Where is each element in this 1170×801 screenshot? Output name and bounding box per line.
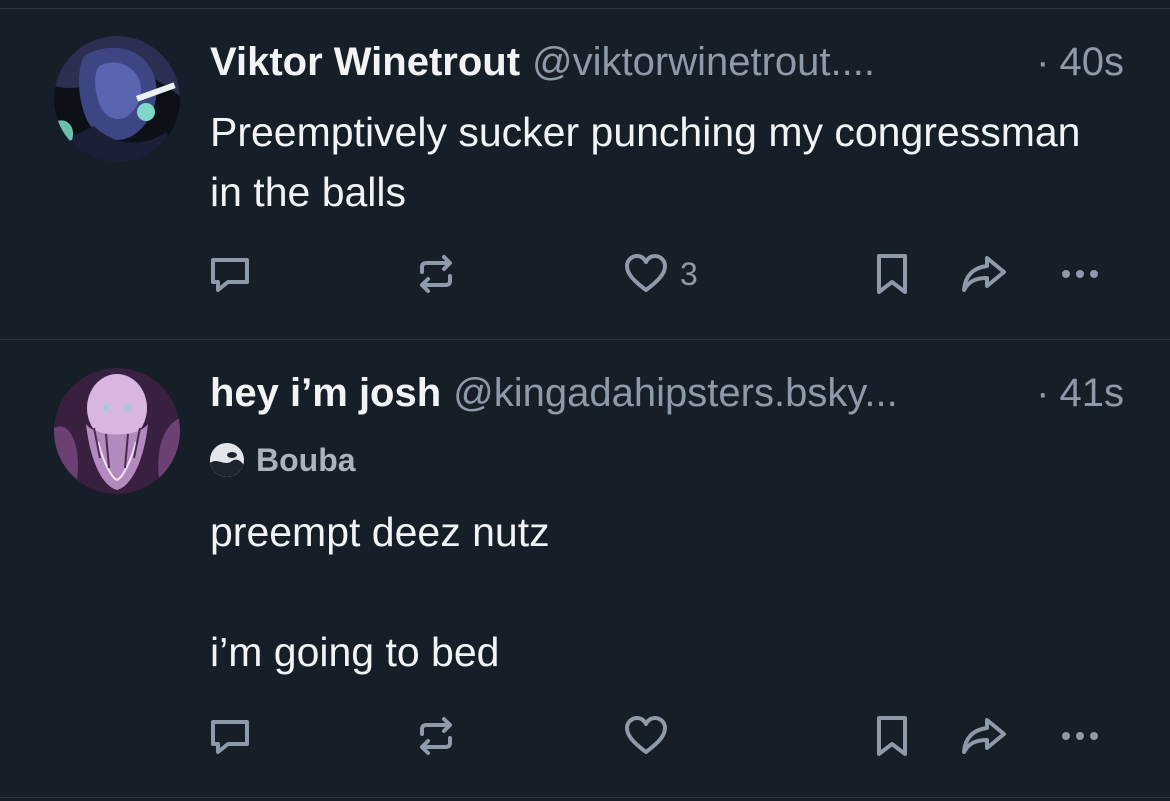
heart-icon [622,712,670,760]
ellipsis-icon [1056,250,1104,298]
reply-button[interactable] [206,708,254,764]
heart-icon [622,250,670,298]
post-timestamp[interactable]: 41s [1060,367,1125,419]
ellipsis-icon [1056,712,1104,760]
post-paragraph: i’m going to bed [210,629,500,675]
post-header: Viktor Winetrout @viktorwinetrout.... · … [210,36,1124,88]
post-text: Preemptively sucker punching my congress… [210,102,1110,222]
avatar[interactable]: × × [54,368,180,494]
badge-face-icon [210,443,244,477]
bottom-divider [0,797,1170,798]
more-options-button[interactable] [1056,708,1104,764]
author-name[interactable]: Viktor Winetrout [210,36,520,88]
post-paragraph: Preemptively sucker punching my congress… [210,109,1081,215]
like-button[interactable] [622,708,680,764]
share-button[interactable] [960,246,1008,302]
avatar[interactable] [54,36,180,162]
reply-bubble-icon [206,250,254,298]
share-button[interactable] [960,708,1008,764]
repost-arrows-icon [412,250,460,298]
post-actions: 3 [206,246,1126,302]
share-arrow-icon [960,250,1008,298]
separator-dot: · [1036,371,1050,415]
post-text: preempt deez nutz i’m going to bed [210,502,1110,682]
post[interactable]: × × hey i’m josh @kingadahipsters.bsky..… [0,340,1170,801]
separator-dot: · [1036,40,1050,84]
author-handle[interactable]: @viktorwinetrout.... [532,36,1018,88]
bookmark-button[interactable] [868,708,916,764]
post-actions [206,708,1126,764]
share-arrow-icon [960,712,1008,760]
author-handle[interactable]: @kingadahipsters.bsky... [453,367,1018,419]
user-badge[interactable]: Bouba [210,440,356,480]
repost-button[interactable] [412,708,460,764]
post-timestamp[interactable]: 40s [1060,36,1125,88]
repost-arrows-icon [412,712,460,760]
reply-bubble-icon [206,712,254,760]
more-options-button[interactable] [1056,246,1104,302]
reply-button[interactable] [206,246,254,302]
bookmark-icon [868,250,916,298]
post[interactable]: Viktor Winetrout @viktorwinetrout.... · … [0,10,1170,339]
top-divider [0,8,1170,9]
like-button[interactable]: 3 [622,246,698,302]
badge-label: Bouba [256,441,356,478]
bookmark-icon [868,712,916,760]
svg-text:×: × [100,400,112,416]
like-count: 3 [680,255,698,292]
repost-button[interactable] [412,246,460,302]
post-header: hey i’m josh @kingadahipsters.bsky... · … [210,367,1124,419]
author-name[interactable]: hey i’m josh [210,367,441,419]
svg-text:×: × [122,400,134,416]
post-paragraph: preempt deez nutz [210,509,550,555]
bookmark-button[interactable] [868,246,916,302]
